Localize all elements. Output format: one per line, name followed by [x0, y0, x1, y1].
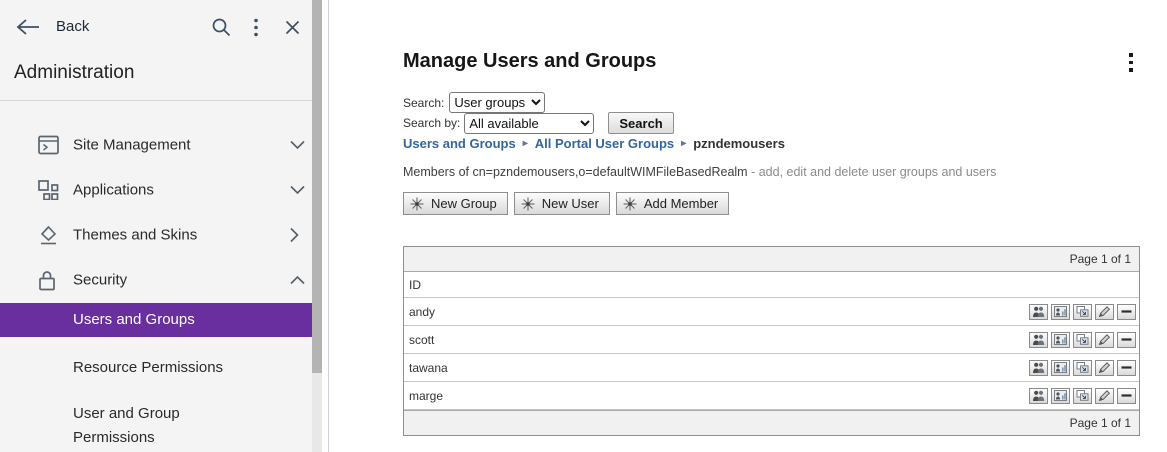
new-group-label: New Group — [431, 196, 497, 211]
sidebar-item-users-and-groups[interactable]: Users and Groups — [0, 303, 312, 337]
row-actions — [1029, 360, 1136, 376]
toolbar: New Group New User Add Member — [403, 192, 729, 215]
sidebar-item-applications[interactable]: Applications — [0, 170, 312, 210]
add-member-label: Add Member — [644, 196, 718, 211]
chevron-down-icon — [290, 141, 305, 150]
column-header-id: ID — [404, 272, 1139, 298]
search-by-label: Search by: — [403, 116, 460, 130]
app-window: Back Administration Site Management — [0, 0, 1167, 452]
back-arrow-icon — [16, 19, 40, 35]
assign-access-icon[interactable] — [1073, 332, 1092, 348]
new-sparkle-icon — [410, 197, 424, 211]
view-membership-icon[interactable] — [1051, 388, 1070, 404]
new-user-label: New User — [542, 196, 599, 211]
portlet-menu-icon[interactable] — [1124, 53, 1138, 77]
remove-icon[interactable] — [1117, 360, 1136, 376]
applications-icon — [38, 180, 59, 200]
view-membership-icon[interactable] — [1051, 360, 1070, 376]
sidebar-item-label: Site Management — [73, 137, 191, 154]
breadcrumb-separator-icon: ▸ — [523, 138, 528, 149]
sidebar-subitem-label: Resource Permissions — [73, 356, 223, 380]
assign-access-icon[interactable] — [1073, 388, 1092, 404]
search-button[interactable]: Search — [608, 112, 673, 134]
sidebar-item-security[interactable]: Security — [0, 260, 312, 300]
remove-icon[interactable] — [1117, 388, 1136, 404]
sidebar-item-label: Themes and Skins — [73, 227, 197, 244]
table-row: marge — [404, 382, 1139, 410]
new-user-button[interactable]: New User — [514, 192, 610, 215]
table-row: scott — [404, 326, 1139, 354]
back-label: Back — [56, 18, 89, 35]
edit-icon[interactable] — [1095, 332, 1114, 348]
row-actions — [1029, 332, 1136, 348]
sidebar-scrollbar[interactable] — [312, 0, 322, 452]
admin-sidebar: Back Administration Site Management — [0, 0, 312, 452]
sidebar-item-user-and-group-permissions[interactable]: User and Group Permissions — [0, 398, 312, 450]
back-button[interactable]: Back — [16, 18, 89, 35]
remove-icon[interactable] — [1117, 332, 1136, 348]
new-sparkle-icon — [521, 197, 535, 211]
sidebar-item-site-management[interactable]: Site Management — [0, 125, 312, 165]
sidebar-item-resource-permissions[interactable]: Resource Permissions — [0, 352, 312, 384]
new-group-button[interactable]: New Group — [403, 192, 508, 215]
pagination-top: Page 1 of 1 — [404, 247, 1139, 272]
search-label: Search: — [403, 96, 444, 110]
chevron-up-icon — [290, 276, 305, 285]
row-actions — [1029, 304, 1136, 320]
sidebar-divider — [0, 100, 312, 101]
breadcrumb-separator-icon: ▸ — [681, 138, 686, 149]
edit-icon[interactable] — [1095, 360, 1114, 376]
sidebar-item-label: Security — [73, 272, 127, 289]
sidebar-item-label: Applications — [73, 182, 154, 199]
kebab-menu-icon[interactable] — [253, 18, 259, 37]
chevron-down-icon — [290, 186, 305, 195]
view-membership-icon[interactable] — [1051, 304, 1070, 320]
row-actions — [1029, 388, 1136, 404]
edit-icon[interactable] — [1095, 388, 1114, 404]
search-type-select[interactable]: User groups — [449, 92, 545, 113]
user-id: tawana — [409, 361, 448, 375]
security-icon — [38, 270, 56, 291]
assign-access-icon[interactable] — [1073, 304, 1092, 320]
site-management-icon — [38, 136, 59, 155]
breadcrumb-current: pzndemousers — [693, 136, 785, 151]
table-row: tawana — [404, 354, 1139, 382]
pagination-bottom: Page 1 of 1 — [404, 410, 1139, 435]
table-row: andy — [404, 298, 1139, 326]
view-membership-icon[interactable] — [1051, 332, 1070, 348]
page-title: Manage Users and Groups — [403, 50, 656, 73]
view-members-icon[interactable] — [1029, 304, 1048, 320]
view-members-icon[interactable] — [1029, 360, 1048, 376]
assign-access-icon[interactable] — [1073, 360, 1092, 376]
chevron-right-icon — [290, 228, 299, 243]
themes-and-skins-icon — [38, 225, 59, 245]
members-description-secondary: - add, edit and delete user groups and u… — [748, 165, 997, 179]
members-table: Page 1 of 1 ID andy scott — [403, 246, 1140, 436]
view-members-icon[interactable] — [1029, 332, 1048, 348]
sidebar-title: Administration — [14, 62, 134, 84]
view-members-icon[interactable] — [1029, 388, 1048, 404]
user-id: andy — [409, 305, 435, 319]
edit-icon[interactable] — [1095, 304, 1114, 320]
breadcrumb-link-all-portal-user-groups[interactable]: All Portal User Groups — [535, 136, 674, 151]
add-member-button[interactable]: Add Member — [616, 192, 729, 215]
main-content: Manage Users and Groups Search: User gro… — [329, 0, 1167, 452]
breadcrumb-link-users-and-groups[interactable]: Users and Groups — [403, 136, 516, 151]
search-icon[interactable] — [211, 17, 231, 38]
members-description: Members of cn=pzndemousers,o=defaultWIMF… — [403, 165, 996, 179]
user-id: marge — [409, 389, 443, 403]
breadcrumb: Users and Groups ▸ All Portal User Group… — [403, 136, 785, 151]
sidebar-subitem-label: User and Group Permissions — [73, 402, 253, 450]
sidebar-scrollbar-thumb[interactable] — [312, 0, 322, 373]
user-id: scott — [409, 333, 434, 347]
sidebar-item-themes-and-skins[interactable]: Themes and Skins — [0, 215, 312, 255]
close-icon[interactable] — [285, 20, 300, 35]
sidebar-subitem-label: Users and Groups — [73, 308, 195, 332]
new-sparkle-icon — [623, 197, 637, 211]
members-description-primary: Members of cn=pzndemousers,o=defaultWIMF… — [403, 165, 748, 179]
remove-icon[interactable] — [1117, 304, 1136, 320]
search-by-select[interactable]: All available — [464, 113, 594, 134]
